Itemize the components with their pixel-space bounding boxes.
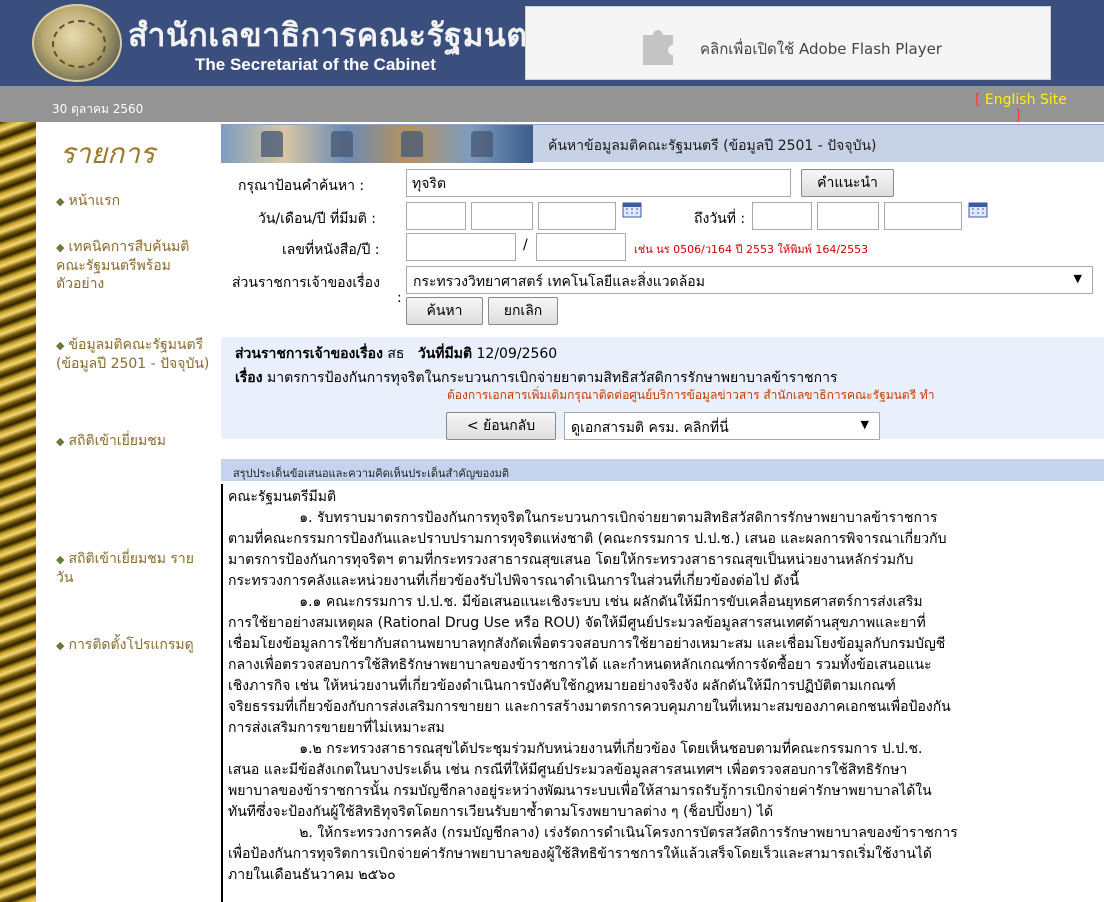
sidebar-item-visitor-stats[interactable]: ◆ สถิติเข้าเยี่ยมชม [56,432,216,451]
date-to-label: ถึงวันที่ : [694,211,746,227]
resolution-line: เชื่อมโยงข้อมูลการใช้ยากับสถานพยาบาลทุกส… [228,636,946,652]
resolution-line: การส่งเสริมการขายยาที่ไม่เหมาะสม [228,720,445,736]
resolution-line: เพื่อป้องกันการทุจริตการเบิกจ่ายค่ารักษา… [228,846,932,862]
suggestion-button[interactable]: คำแนะนำ [801,169,894,197]
sidebar-item-search-technique[interactable]: ◆ เทคนิคการสืบค้นมติคณะรัฐมนตรีพร้อมตัวอย… [56,238,206,293]
agency-select-value: กระทรวงวิทยาศาสตร์ เทคโนโลยีและสิ่งแวดล้… [413,274,705,290]
resolution-line: จริยธรรมที่เกี่ยวข้องกับการส่งเสริมการขา… [228,699,951,715]
resolution-line: กลางเพื่อตรวจสอบการใช้สิทธิรักษาพยาบาลขอ… [228,657,932,673]
bracket-close: ] [1015,108,1021,124]
resolution-line: ตามที่คณะกรรมการป้องกันและปราบปรามการทุจ… [228,531,947,547]
site-header: สำนักเลขาธิการคณะรัฐมนตรี The Secretaria… [0,0,1104,86]
resolution-line: เสนอ และมีข้อสังเกตในบางประเด็น เช่น กรณ… [228,762,908,778]
date-to-month-input[interactable] [817,202,879,230]
diamond-bullet-icon: ◆ [56,195,65,208]
resolution-line: เชิงภารกิจ เช่น ให้หน่วยงานที่เกี่ยวข้อง… [228,678,896,694]
sidebar-item-cabinet-data[interactable]: ◆ ข้อมูลมติคณะรัฐมนตรี (ข้อมูลปี 2501 - ป… [56,336,216,373]
doc-year-input[interactable] [536,233,626,261]
agency-label: ส่วนราชการเจ้าของเรื่อง [232,275,380,291]
back-button[interactable]: < ย้อนกลับ [446,412,556,440]
doc-number-input[interactable] [406,233,516,261]
diamond-bullet-icon: ◆ [56,241,65,254]
bracket-open: [ [975,92,981,108]
diamond-bullet-icon: ◆ [56,553,65,566]
calendar-icon[interactable] [968,200,988,218]
search-banner-title: ค้นหาข้อมูลมติคณะรัฐมนตรี (ข้อมูลปี 2501… [548,138,877,154]
sidebar-item-home[interactable]: ◆ หน้าแรก [56,192,216,211]
resolution-line: ทันทีซึ่งจะป้องกันผู้ใช้สิทธิทุจริตโดยกา… [228,804,774,820]
subject-caption: เรื่อง [235,370,263,386]
calendar-icon[interactable] [622,200,642,218]
content-divider [221,484,223,902]
sidebar-item-label: สถิติเข้าเยี่ยมชม รายวัน [56,551,194,586]
date-to-day-input[interactable] [752,202,812,230]
menu-title: รายการ [60,137,155,170]
summary-header: สรุปประเด็นข้อเสนอและความคิดเห็นประเด็นส… [221,459,1104,481]
diamond-bullet-icon: ◆ [56,639,65,652]
resolution-line: มาตรการป้องกันการทุจริตฯ ตามที่กระทรวงสา… [228,552,914,568]
resolution-line: กระทรวงการคลังและหน่วยงานที่เกี่ยวข้องรั… [228,573,800,589]
resolution-line: ๒. ให้กระทรวงการคลัง (กรมบัญชีกลาง) เร่ง… [228,825,958,841]
keyword-input[interactable]: ทุจริต [406,169,791,197]
doc-number-hint: เช่น นร 0506/ว164 ปี 2553 ให้พิมพ์ 164/2… [634,243,869,256]
resolution-line: พยาบาลของข้าราชการนั้น กรมบัญชีกลางอยู่ร… [228,783,932,799]
date-from-month-input[interactable] [471,202,533,230]
decorative-border [0,122,36,902]
date-to-year-input[interactable] [884,202,962,230]
doc-slash: / [523,237,528,253]
subject-value: มาตรการป้องกันการทุจริตในกระบวนการเบิกจ่… [267,370,838,386]
search-button[interactable]: ค้นหา [406,297,483,325]
site-title-english: The Secretariat of the Cabinet [195,55,436,74]
agency-select[interactable]: กระทรวงวิทยาศาสตร์ เทคโนโลยีและสิ่งแวดล้… [406,266,1093,294]
date-from-year-input[interactable] [538,202,616,230]
sidebar-item-label: ข้อมูลมติคณะรัฐมนตรี (ข้อมูลปี 2501 - ปั… [56,337,210,372]
resolution-line: คณะรัฐมนตรีมีมติ [228,489,337,505]
date-caption: วันที่มีมติ [417,346,473,362]
cancel-button[interactable]: ยกเลิก [488,297,558,325]
resolution-line: ๑.๒ กระทรวงสาธารณสุขได้ประชุมร่วมกับหน่ว… [228,741,923,757]
agency-caption: ส่วนราชการเจ้าของเรื่อง [235,346,383,362]
cabinet-seal-logo [32,4,122,82]
sidebar-item-label: เทคนิคการสืบค้นมติคณะรัฐมนตรีพร้อมตัวอย่… [56,239,190,292]
sidebar: รายการ ◆ หน้าแรก ◆ เทคนิคการสืบค้นมติคณะรั… [36,122,214,902]
english-site-link[interactable]: [ English Site ] [975,92,1067,124]
sidebar-item-label: การติดตั้งโปรแกรมดู [68,637,194,653]
doc-number-label: เลขที่หนังสือ/ปี : [282,242,380,258]
resolution-body: คณะรัฐมนตรีมีมติ ๑. รับทราบมาตรการป้องกั… [228,487,1104,902]
banner-image [221,125,533,163]
flash-placeholder[interactable]: คลิกเพื่อเปิดใช้ Adobe Flash Player [525,6,1051,80]
english-site-label: English Site [984,92,1067,108]
agency-value: สธ [387,346,405,362]
diamond-bullet-icon: ◆ [56,339,65,352]
current-date: 30 ตุลาคม 2560 [52,102,144,116]
documents-select[interactable]: ดูเอกสารมติ ครม. คลิกที่นี่ ▼ [564,412,880,440]
result-meta: ส่วนราชการเจ้าของเรื่อง สธ วันที่มีมติ 1… [235,343,557,365]
search-banner: ค้นหาข้อมูลมติคณะรัฐมนตรี (ข้อมูลปี 2501… [221,124,1104,163]
sidebar-item-daily-visitor-stats[interactable]: ◆ สถิติเข้าเยี่ยมชม รายวัน [56,550,206,587]
sidebar-item-label: สถิติเข้าเยี่ยมชม [68,433,166,449]
date-from-day-input[interactable] [406,202,466,230]
resolution-line: การใช้ยาอย่างสมเหตุผล (Rational Drug Use… [228,615,926,631]
date-bar: 30 ตุลาคม 2560 [ English Site ] [0,86,1104,124]
flash-prompt-text: คลิกเพื่อเปิดใช้ Adobe Flash Player [700,40,942,58]
keyword-label: กรุณาป้อนคำค้นหา : [238,178,365,194]
contact-note: ต้องการเอกสารเพิ่มเติมกรุณาติดต่อศูนย์บร… [447,388,935,402]
site-title-thai: สำนักเลขาธิการคณะรัฐมนตรี [128,16,546,54]
resolution-line: ภายในเดือนธันวาคม ๒๕๖๐ [228,867,396,883]
resolution-line: ๑.๑ คณะกรรมการ ป.ป.ช. มีข้อเสนอแนะเชิงระ… [228,594,923,610]
resolution-line: ๑. รับทราบมาตรการป้องกันการทุจริตในกระบว… [228,510,938,526]
summary-label: สรุปประเด็นข้อเสนอและความคิดเห็นประเด็นส… [233,467,510,480]
puzzle-plugin-icon [643,30,673,65]
sidebar-item-install-viewer[interactable]: ◆ การติดตั้งโปรแกรมดู [56,636,216,655]
agency-colon: : [397,290,402,306]
date-from-label: วัน/เดือน/ปี ที่มีมติ : [258,211,377,227]
diamond-bullet-icon: ◆ [56,435,65,448]
dropdown-arrow-icon: ▼ [1073,272,1082,285]
documents-select-value: ดูเอกสารมติ ครม. คลิกที่นี่ [571,420,729,436]
dropdown-arrow-icon: ▼ [860,418,869,431]
date-value: 12/09/2560 [476,346,558,362]
sidebar-item-label: หน้าแรก [68,193,121,209]
